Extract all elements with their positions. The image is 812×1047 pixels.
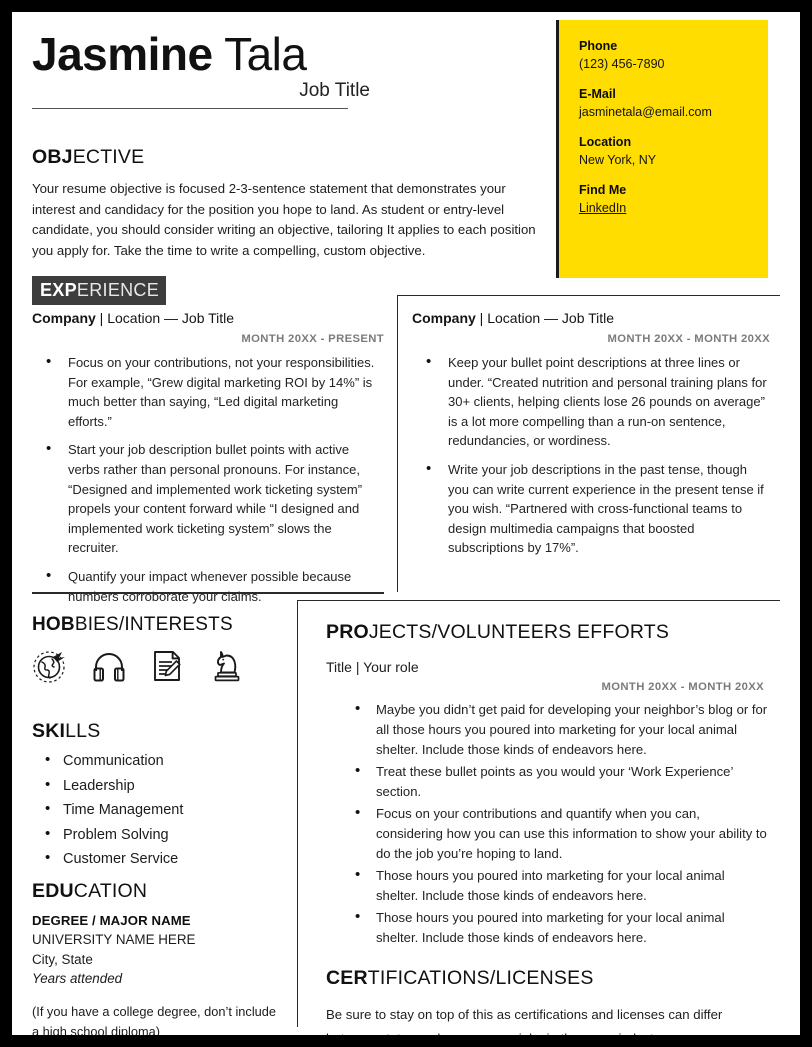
skills-list: Communication Leadership Time Management… [32,748,282,872]
experience-heading-bold: EXP [40,280,77,300]
objective-body: Your resume objective is focused 2-3-sen… [32,181,536,258]
projects-heading: PROJECTS/VOLUNTEERS EFFORTS [326,619,770,645]
objective-heading: OBJECTIVE [32,144,544,170]
list-item: Those hours you poured into marketing fo… [355,907,770,948]
job-2-meta: Location — Job Title [487,310,615,326]
contact-findme-block: Find Me LinkedIn [579,182,768,217]
job-1-meta: Location — Job Title [107,310,235,326]
skills-heading-bold: SKI [32,720,66,742]
writing-document-icon [150,648,186,684]
hobbies-section: HOBBIES/INTERESTS [32,612,282,684]
contact-location-block: Location New York, NY [579,134,768,169]
experience-job-1: Company | Location — Job Title MONTH 20X… [32,308,384,615]
header-divider [32,108,348,109]
contact-phone-block: Phone (123) 456-7890 [579,38,768,73]
phone-label: Phone [579,39,618,53]
skills-heading-light: LLS [65,720,101,742]
job-2-bullets: Keep your bullet point descriptions at t… [412,352,770,558]
hobbies-heading-light: BIES/INTERESTS [74,614,233,635]
job-2-date: MONTH 20XX - MONTH 20XX [607,333,770,345]
projects-certifications-panel: PROJECTS/VOLUNTEERS EFFORTS Title | Your… [297,600,780,1035]
experience-job-2: Company | Location — Job Title MONTH 20X… [397,295,780,592]
education-heading-bold: EDU [32,880,74,902]
list-item: Customer Service [45,846,282,872]
contact-email-block: E-Mail jasminetala@email.com [579,86,768,121]
experience-heading-light: ERIENCE [76,280,160,300]
email-label: E-Mail [579,87,616,101]
findme-label: Find Me [579,183,627,197]
certifications-heading-bold: CER [326,967,368,989]
education-note: (If you have a college degree, don’t inc… [32,1003,277,1039]
chess-knight-icon [209,648,245,684]
list-item: Write your job descriptions in the past … [426,459,770,558]
job-1-separator: | [95,310,108,326]
candidate-name: Jasmine Tala [32,26,552,82]
projects-date: MONTH 20XX - MONTH 20XX [601,681,764,693]
experience-bottom-divider [32,592,384,594]
resume-sheet: Jasmine Tala Job Title Phone (123) 456-7… [12,12,800,1035]
list-item: Start your job description bullet points… [46,439,384,558]
job-2-head: Company | Location — Job Title [412,308,770,328]
objective-heading-bold: OBJ [32,146,73,168]
list-item: Focus on your contributions, not your re… [46,352,384,431]
hobbies-heading: HOBBIES/INTERESTS [32,612,282,638]
job-1-head: Company | Location — Job Title [32,308,384,328]
headphones-icon [91,648,127,684]
education-section: EDUCATION DEGREE / MAJOR NAME UNIVERSITY… [32,878,282,1039]
education-years: Years attended [32,971,123,986]
location-value: New York, NY [579,153,657,167]
certifications-section: CERTIFICATIONS/LICENSES Be sure to stay … [326,965,770,1046]
email-value: jasminetala@email.com [579,105,712,119]
projects-heading-light: JECTS/VOLUNTEERS EFFORTS [368,621,670,643]
education-heading-light: CATION [73,880,148,902]
certifications-heading-light: TIFICATIONS/LICENSES [367,967,594,989]
travel-globe-icon [32,648,68,684]
list-item: Leadership [45,773,282,799]
job-1-date: MONTH 20XX - PRESENT [241,333,384,345]
last-name: Tala [212,28,307,80]
education-heading: EDUCATION [32,878,282,904]
certifications-body: Be sure to stay on top of this as certif… [326,1007,723,1046]
job-2-separator: | [475,310,488,326]
hobbies-heading-bold: HOB [32,614,75,635]
contact-panel: Phone (123) 456-7890 E-Mail jasminetala@… [556,20,768,278]
skills-section: SKILLS Communication Leadership Time Man… [32,718,282,872]
experience-heading-badge: EXPERIENCE [32,276,167,305]
objective-heading-light: ECTIVE [72,146,145,168]
list-item: Those hours you poured into marketing fo… [355,865,770,906]
job-2-company: Company [412,310,476,326]
resume-header: Jasmine Tala Job Title [32,26,552,109]
projects-bullets: Maybe you didn’t get paid for developing… [326,699,770,948]
linkedin-link[interactable]: LinkedIn [579,199,768,217]
list-item: Keep your bullet point descriptions at t… [426,352,770,451]
list-item: Communication [45,748,282,774]
projects-heading-bold: PRO [326,621,369,643]
certifications-heading: CERTIFICATIONS/LICENSES [326,965,770,991]
skills-heading: SKILLS [32,718,282,744]
job-1-bullets: Focus on your contributions, not your re… [32,352,384,606]
objective-section: OBJECTIVE Your resume objective is focus… [32,144,544,261]
education-city-state: City, State [32,951,93,967]
phone-value: (123) 456-7890 [579,57,665,71]
location-label: Location [579,135,632,149]
education-university: UNIVERSITY NAME HERE [32,932,196,947]
hobbies-icon-row [32,648,282,684]
resume-page: Jasmine Tala Job Title Phone (123) 456-7… [0,0,812,1047]
list-item: Time Management [45,797,282,823]
list-item: Maybe you didn’t get paid for developing… [355,699,770,760]
projects-subtitle: Title | Your role [326,659,419,675]
first-name: Jasmine [32,28,213,80]
education-degree: DEGREE / MAJOR NAME [32,913,191,928]
list-item: Focus on your contributions and quantify… [355,803,770,864]
header-job-title: Job Title [299,80,370,101]
job-1-company: Company [32,310,96,326]
list-item: Problem Solving [45,822,282,848]
list-item: Treat these bullet points as you would y… [355,761,770,802]
